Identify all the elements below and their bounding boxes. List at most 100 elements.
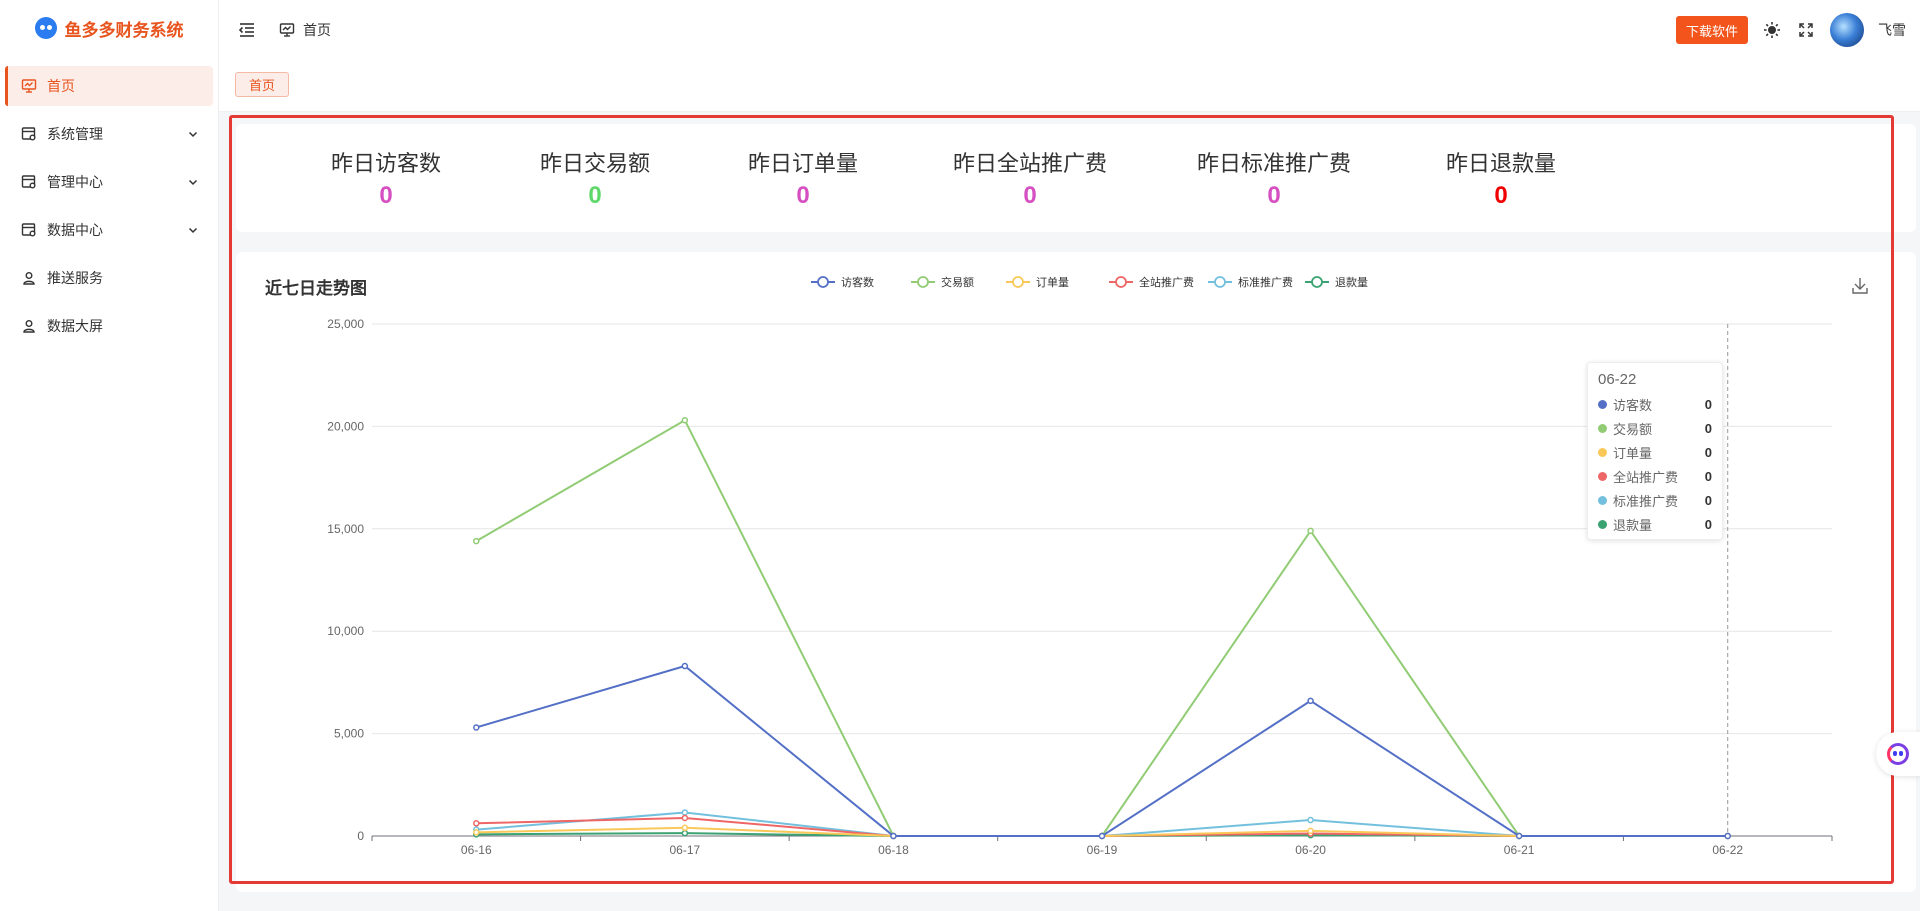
data-point	[473, 537, 480, 545]
legend-label: 标准推广费	[1238, 275, 1293, 289]
tooltip-series-value: 0	[1704, 420, 1712, 436]
tooltip-series-value: 0	[1704, 516, 1712, 532]
x-tick-label: 06-19	[1087, 843, 1118, 857]
tooltip-row: 全站推广费 0	[1598, 464, 1712, 488]
header-actions: 下载软件 飞雪	[1675, 0, 1906, 60]
top-header: 首页 下载软件 飞雪	[219, 0, 1920, 60]
sidebar-item-label: 首页	[47, 78, 75, 94]
download-icon[interactable]	[1852, 278, 1868, 294]
series-dot	[1598, 495, 1607, 505]
y-tick-label: 0	[357, 829, 364, 843]
stat-label: 昨日标准推广费	[1196, 151, 1352, 176]
main-content: 昨日访客数 0 昨日交易额 0 昨日订单量 0 昨日全站推广费 0 昨日标准推广费 0 昨日退款量 0…	[219, 112, 1920, 911]
series-dot	[1598, 519, 1607, 529]
sidebar-item-label: 推送服务	[47, 270, 103, 286]
stat-5: 昨日退款量 0	[1446, 146, 1556, 210]
data-point	[1307, 697, 1314, 705]
tooltip-row: 订单量 0	[1598, 440, 1712, 464]
tooltip-series-name: 访客数	[1613, 397, 1653, 413]
legend-marker	[1115, 276, 1127, 288]
sidebar-item-5[interactable]: 数据大屏	[5, 306, 213, 346]
y-tick-label: 20,000	[327, 419, 364, 433]
tooltip-row: 标准推广费 0	[1598, 488, 1712, 512]
user-icon	[21, 318, 37, 334]
stat-4: 昨日标准推广费 0	[1197, 146, 1351, 210]
y-tick-label: 25,000	[327, 317, 364, 331]
data-point	[1098, 832, 1106, 840]
sidebar-item-1[interactable]: 系统管理	[5, 114, 213, 154]
legend-label: 交易额	[941, 275, 974, 289]
data-point	[1307, 816, 1314, 824]
username[interactable]: 飞雪	[1878, 20, 1906, 40]
stat-3: 昨日全站推广费 0	[953, 146, 1107, 210]
stat-label: 昨日交易额	[539, 151, 651, 176]
menu-fold-icon[interactable]	[237, 20, 257, 40]
tooltip-row: 交易额 0	[1598, 416, 1712, 440]
app-logo[interactable]: 鱼多多财务系统	[0, 0, 218, 56]
download-software-button[interactable]: 下载软件	[1675, 16, 1748, 44]
y-tick-label: 15,000	[327, 522, 364, 536]
sidebar-item-label: 系统管理	[47, 126, 103, 142]
data-point	[473, 724, 480, 731]
user-avatar[interactable]	[1830, 13, 1864, 47]
stat-value: 0	[379, 182, 393, 209]
sidebar-item-label: 数据大屏	[47, 318, 103, 334]
data-point	[1307, 827, 1314, 835]
stat-value: 0	[1267, 182, 1281, 209]
sidebar: 鱼多多财务系统 首页系统管理管理中心数据中心推送服务数据大屏	[0, 0, 219, 911]
data-point	[1724, 832, 1731, 840]
legend-label: 退款量	[1335, 275, 1368, 289]
legend-marker	[917, 276, 929, 288]
chevron-down-icon[interactable]	[187, 175, 199, 187]
user-icon	[21, 270, 37, 286]
logo-icon	[34, 17, 57, 39]
breadcrumb: 首页	[277, 20, 331, 40]
series-dot	[1598, 447, 1607, 457]
stat-label: 昨日退款量	[1445, 151, 1557, 176]
monitor-icon	[277, 20, 297, 40]
tooltip-series-name: 退款量	[1613, 517, 1653, 533]
assistant-bot-button[interactable]	[1876, 732, 1920, 776]
sun-icon[interactable]	[1762, 20, 1782, 40]
stat-label: 昨日全站推广费	[952, 151, 1108, 176]
x-tick-label: 06-18	[878, 843, 909, 857]
sidebar-item-3[interactable]: 数据中心	[5, 210, 213, 250]
sidebar-item-4[interactable]: 推送服务	[5, 258, 213, 298]
data-point	[473, 820, 480, 827]
data-point	[681, 417, 689, 424]
sidebar-item-0[interactable]: 首页	[5, 66, 213, 106]
sidebar-item-2[interactable]: 管理中心	[5, 162, 213, 202]
trend-chart: 0 5,000 10,000 15,000 20,000 25,000 06-16 06-17…	[327, 275, 1868, 857]
fullscreen-icon[interactable]	[1796, 20, 1816, 40]
tooltip-series-name: 全站推广费	[1613, 469, 1679, 485]
chevron-down-icon[interactable]	[187, 223, 199, 235]
y-tick-label: 5,000	[334, 727, 364, 741]
sidebar-item-label: 数据中心	[47, 222, 103, 238]
data-point	[1307, 527, 1314, 535]
data-point	[681, 829, 689, 837]
tab-strip: 首页	[219, 60, 1920, 112]
monitor-icon	[21, 78, 37, 94]
tooltip-series-name: 标准推广费	[1613, 493, 1679, 509]
stat-value: 0	[588, 182, 602, 209]
tooltip-row: 退款量 0	[1598, 512, 1712, 536]
data-point	[890, 832, 897, 840]
stat-value: 0	[1494, 182, 1508, 209]
sidebar-menu: 首页系统管理管理中心数据中心推送服务数据大屏	[0, 66, 218, 346]
series-line	[475, 418, 1728, 837]
app-title: 鱼多多财务系统	[64, 20, 184, 40]
trend-chart-card: 近七日走势图 0 5,000 10,000 15,000 20,000 25,000 06-…	[236, 252, 1916, 892]
breadcrumb-home[interactable]: 首页	[303, 20, 331, 40]
stat-value: 0	[1023, 182, 1037, 209]
x-tick-label: 06-17	[670, 843, 701, 857]
stats-card: 昨日访客数 0 昨日交易额 0 昨日订单量 0 昨日全站推广费 0 昨日标准推广费 0 昨日退款量 0	[236, 124, 1916, 232]
tab-home[interactable]: 首页	[235, 72, 290, 97]
stat-label: 昨日订单量	[747, 151, 859, 176]
tooltip-series-value: 0	[1704, 396, 1712, 412]
legend-label: 订单量	[1036, 276, 1069, 289]
data-point	[473, 829, 480, 836]
data-point	[681, 809, 689, 816]
chevron-down-icon[interactable]	[187, 127, 199, 139]
legend-label: 访客数	[841, 275, 874, 289]
data-point	[681, 662, 689, 670]
